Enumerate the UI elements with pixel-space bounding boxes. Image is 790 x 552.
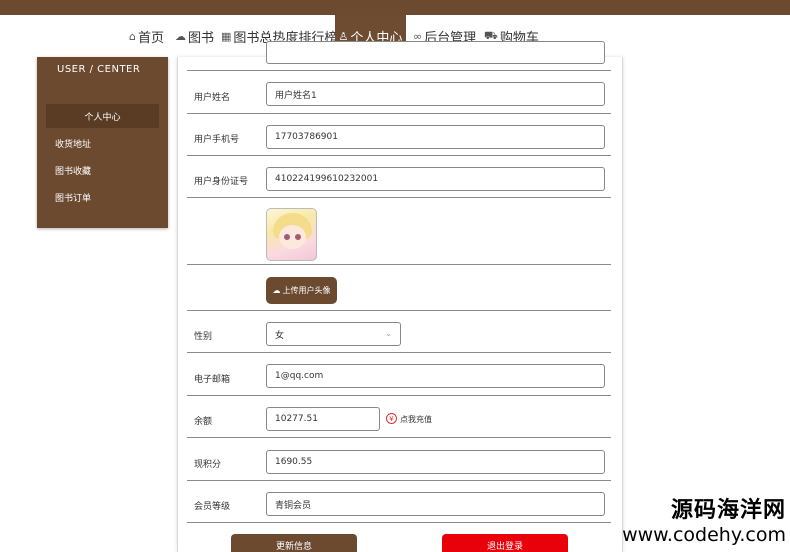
idcard-label: 用户身份证号 — [194, 177, 249, 187]
sidebar-item-favorites[interactable]: 图书收藏 — [55, 164, 91, 177]
row-divider — [187, 197, 611, 198]
yen-icon[interactable]: ¥ — [386, 413, 397, 424]
chevron-down-icon: ⌄ — [385, 329, 392, 338]
row-divider — [187, 264, 611, 265]
balance-label: 余额 — [194, 417, 213, 427]
level-field[interactable]: 青铜会员 — [266, 492, 605, 516]
sidebar-item-orders[interactable]: 图书订单 — [55, 191, 91, 204]
cut-off-field[interactable] — [266, 41, 605, 64]
avatar — [266, 208, 317, 261]
balance-field[interactable]: 10277.51 — [266, 407, 380, 431]
update-info-button[interactable]: 更新信息 — [231, 534, 357, 552]
sidebar-title: USER / CENTER — [57, 64, 141, 75]
row-divider — [187, 113, 611, 114]
gender-value: 女 — [275, 330, 285, 341]
sidebar-item-address[interactable]: 收货地址 — [55, 137, 91, 150]
row-divider — [187, 437, 611, 438]
row-divider — [187, 522, 611, 523]
profile-form: 用户姓名 用户姓名1 用户手机号 17703786901 用户身份证号 4102… — [177, 41, 623, 552]
phone-field[interactable]: 17703786901 — [266, 125, 605, 149]
cloud-upload-icon: ☁ — [272, 286, 281, 295]
row-divider — [187, 155, 611, 156]
sidebar-item-personal-center[interactable]: 个人中心 — [46, 104, 159, 128]
cloud-icon: ☁ — [175, 29, 186, 43]
watermark: 源码海洋网 www.codehy.com — [622, 498, 786, 546]
nav-item-label: 图书 — [188, 30, 215, 46]
points-field[interactable]: 1690.55 — [266, 450, 605, 474]
watermark-url: www.codehy.com — [622, 524, 786, 546]
sidebar: USER / CENTER 个人中心 收货地址 图书收藏 图书订单 — [37, 57, 168, 228]
bars-icon: ▦ — [221, 29, 232, 43]
nav-item-home[interactable]: ⌂ 首页 — [129, 15, 164, 57]
name-label: 用户姓名 — [194, 93, 231, 103]
gender-select[interactable]: 女 ⌄ — [266, 322, 401, 346]
gender-label: 性别 — [194, 332, 213, 342]
row-divider — [187, 70, 611, 71]
row-divider — [187, 480, 611, 481]
nav-item-books[interactable]: ☁ 图书 — [175, 15, 214, 57]
upload-avatar-button[interactable]: ☁ 上传用户头像 — [266, 277, 337, 304]
home-icon: ⌂ — [129, 29, 136, 43]
points-label: 现积分 — [194, 460, 222, 470]
nav-item-label: 首页 — [137, 30, 164, 46]
email-label: 电子邮箱 — [194, 375, 231, 385]
level-label: 会员等级 — [194, 502, 231, 512]
phone-label: 用户手机号 — [194, 135, 240, 145]
watermark-cn: 源码海洋网 — [670, 498, 786, 523]
name-field[interactable]: 用户姓名1 — [266, 82, 605, 106]
logout-button[interactable]: 退出登录 — [442, 534, 568, 552]
row-divider — [187, 352, 611, 353]
email-field[interactable]: 1@qq.com — [266, 364, 605, 388]
top-bar — [0, 0, 790, 15]
idcard-field[interactable]: 410224199610232001 — [266, 167, 605, 191]
row-divider — [187, 395, 611, 396]
upload-avatar-label: 上传用户头像 — [282, 286, 331, 295]
row-divider — [187, 310, 611, 311]
recharge-link[interactable]: 点我充值 — [400, 414, 432, 425]
